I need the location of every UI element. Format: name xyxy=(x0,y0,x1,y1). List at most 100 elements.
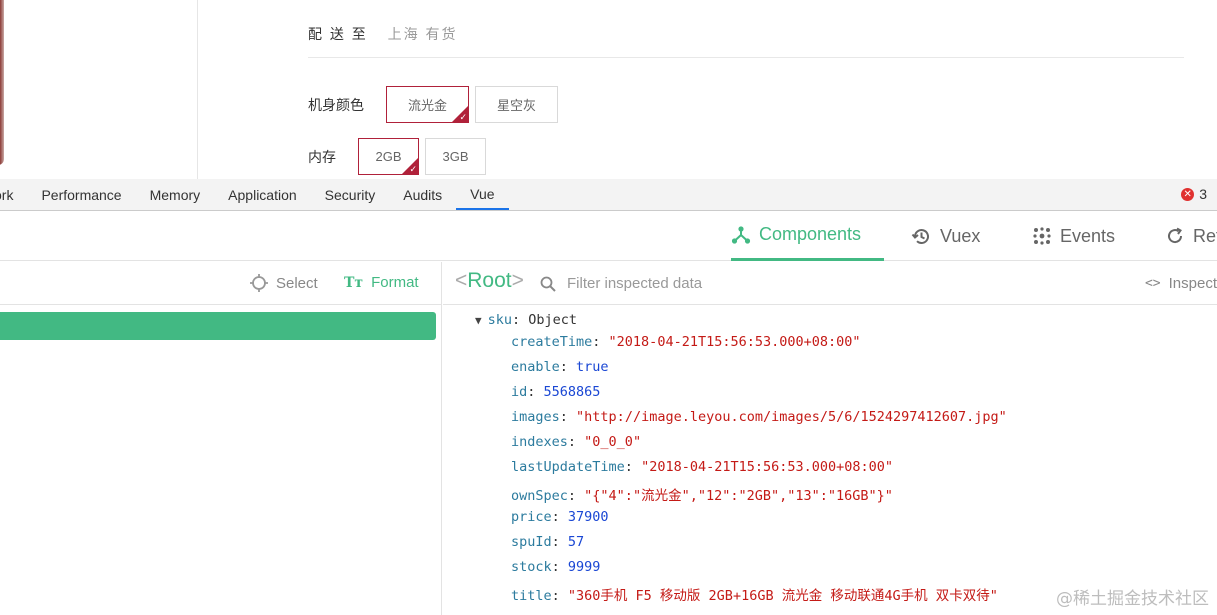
colon: : xyxy=(512,312,529,328)
color-option-gray[interactable]: 星空灰 xyxy=(475,86,558,123)
option-text: 2GB xyxy=(375,149,402,164)
check-icon: ✓ xyxy=(409,164,417,174)
root-label: Root xyxy=(467,269,512,292)
property-row[interactable]: spuId: 57 xyxy=(511,534,584,550)
tab-vuex[interactable]: Vuex xyxy=(911,211,980,261)
object-type: Object xyxy=(528,312,578,328)
tab-memory[interactable]: Memory xyxy=(136,179,215,210)
divider xyxy=(308,57,1184,58)
property-row[interactable]: createTime: "2018-04-21T15:56:53.000+08:… xyxy=(511,334,861,350)
property-value: 37900 xyxy=(567,509,609,525)
select-label: Select xyxy=(276,274,318,292)
inspector-toolbar: <Root> <> Inspect xyxy=(443,262,1217,305)
collapse-arrow-icon[interactable]: ▼ xyxy=(475,314,482,327)
option-text: 3GB xyxy=(442,149,469,164)
colon: : xyxy=(551,534,568,550)
code-icon: <> xyxy=(1144,276,1161,291)
property-key: lastUpdateTime xyxy=(511,459,625,475)
memory-label: 内存 xyxy=(308,148,336,165)
tab-refresh[interactable]: Ref xyxy=(1165,211,1217,261)
property-key: id xyxy=(511,384,528,400)
property-key: price xyxy=(511,509,552,525)
product-image-edge xyxy=(0,0,4,165)
selected-component-row[interactable] xyxy=(0,312,436,340)
product-page: 配 送 至 上海 有货 机身颜色 流光金 ✓ 星空灰 内存 2GB ✓ 3GB xyxy=(0,0,1217,179)
tab-label: Events xyxy=(1060,225,1116,246)
property-row[interactable]: id: 5568865 xyxy=(511,384,600,400)
shipping-value: 上海 有货 xyxy=(387,26,458,42)
property-value: "2018-04-21T15:56:53.000+08:00" xyxy=(641,459,894,475)
colon: : xyxy=(559,359,577,375)
text-format-icon: Tт xyxy=(344,274,364,291)
inspect-dom-button[interactable]: <> Inspect xyxy=(1145,275,1217,292)
memory-options-row: 内存 2GB ✓ 3GB xyxy=(308,138,492,175)
tab-security[interactable]: Security xyxy=(311,179,390,210)
colon: : xyxy=(551,559,568,575)
colon: : xyxy=(567,488,585,504)
property-row[interactable]: lastUpdateTime: "2018-04-21T15:56:53.000… xyxy=(511,459,893,475)
tab-application[interactable]: Application xyxy=(214,179,311,210)
property-value: "360手机 F5 移动版 2GB+16GB 流光金 移动联通4G手机 双卡双待… xyxy=(567,588,998,604)
devtools-tab-bar: ork Performance Memory Application Secur… xyxy=(0,179,1217,211)
format-label: Format xyxy=(371,274,419,291)
property-row[interactable]: enable: true xyxy=(511,359,609,375)
property-row[interactable]: stock: 9999 xyxy=(511,559,600,575)
property-value: "{"4":"流光金","12":"2GB","13":"16GB"}" xyxy=(584,488,893,504)
property-key: enable xyxy=(511,359,560,375)
select-button[interactable]: Select xyxy=(250,274,318,292)
object-key: sku xyxy=(487,312,513,328)
property-row[interactable]: title: "360手机 F5 移动版 2GB+16GB 流光金 移动联通4G… xyxy=(511,584,998,604)
property-row[interactable]: price: 37900 xyxy=(511,509,609,525)
tab-vue[interactable]: Vue xyxy=(456,179,509,210)
property-value: "http://image.leyou.com/images/5/6/15242… xyxy=(576,409,1007,425)
vue-devtools-header: Components Vuex Events Ref xyxy=(0,211,1217,261)
tab-components[interactable]: Components xyxy=(731,211,884,261)
colon: : xyxy=(592,334,609,350)
component-tree-toolbar: Select Tт Format xyxy=(0,262,442,305)
events-icon xyxy=(1033,227,1051,245)
colon: : xyxy=(551,588,568,604)
property-key: createTime xyxy=(511,334,593,350)
property-row[interactable]: images: "http://image.leyou.com/images/5… xyxy=(511,409,1007,425)
object-node[interactable]: ▼ sku: Object xyxy=(475,312,577,328)
target-icon xyxy=(250,274,268,292)
error-icon: ✕ xyxy=(1181,187,1195,201)
shipping-label: 配 送 至 xyxy=(308,26,368,42)
property-key: indexes xyxy=(511,434,568,450)
colon: : xyxy=(559,409,577,425)
colon: : xyxy=(551,509,568,525)
property-row[interactable]: indexes: "0_0_0" xyxy=(511,434,641,450)
error-count: 3 xyxy=(1199,186,1207,202)
tab-network[interactable]: ork xyxy=(0,179,27,210)
property-row[interactable]: ownSpec: "{"4":"流光金","12":"2GB","13":"16… xyxy=(511,484,893,504)
refresh-icon xyxy=(1168,227,1183,244)
history-icon xyxy=(911,228,929,244)
tab-label: Components xyxy=(759,224,862,244)
tab-events[interactable]: Events xyxy=(1032,211,1115,261)
check-icon: ✓ xyxy=(459,112,467,122)
color-label: 机身颜色 xyxy=(308,96,364,113)
error-counter[interactable]: ✕ 3 xyxy=(1181,186,1207,202)
property-value: "0_0_0" xyxy=(584,434,642,450)
memory-option-3gb[interactable]: 3GB xyxy=(425,138,486,175)
inspect-label: Inspect xyxy=(1168,275,1217,292)
component-tree-pane: Select Tт Format xyxy=(0,262,442,615)
filter-inspected-input[interactable] xyxy=(567,271,987,295)
color-option-gold[interactable]: 流光金 ✓ xyxy=(386,86,469,123)
inspected-data-tree: ▼ sku: Object createTime: "2018-04-21T15:… xyxy=(443,306,1217,615)
property-value: 9999 xyxy=(567,559,601,575)
memory-option-2gb[interactable]: 2GB ✓ xyxy=(358,138,419,175)
option-text: 星空灰 xyxy=(496,98,536,113)
tab-label: Vuex xyxy=(940,225,981,246)
property-value: 57 xyxy=(567,534,585,550)
property-key: ownSpec xyxy=(511,488,568,504)
search-icon xyxy=(540,276,556,292)
tab-audits[interactable]: Audits xyxy=(389,179,456,210)
watermark: @稀土掘金技术社区 xyxy=(1056,589,1209,609)
format-button[interactable]: Tт Format xyxy=(344,274,419,291)
property-key: title xyxy=(511,588,552,604)
property-value: true xyxy=(576,359,609,375)
tab-performance[interactable]: Performance xyxy=(27,179,135,210)
selected-component-name: <Root> xyxy=(455,269,524,292)
colon: : xyxy=(527,384,544,400)
